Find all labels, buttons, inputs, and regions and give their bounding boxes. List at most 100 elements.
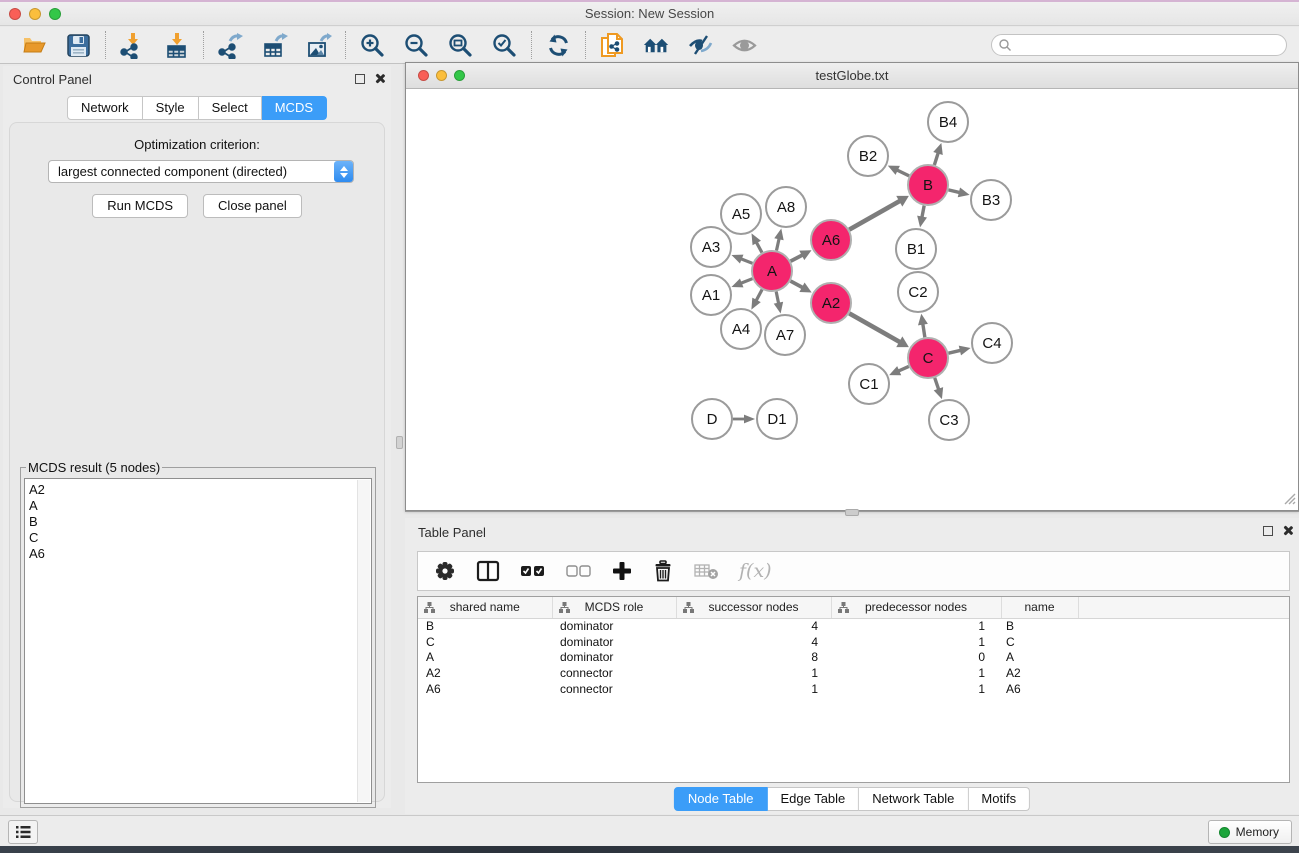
- table-cell[interactable]: dominator: [552, 649, 676, 665]
- close-table-panel-icon[interactable]: [1282, 525, 1293, 536]
- select-all-checkboxes-icon[interactable]: [520, 564, 546, 578]
- edge-B-B4[interactable]: [934, 152, 938, 165]
- edge-A6-B[interactable]: [849, 200, 901, 229]
- optimization-criterion-select[interactable]: largest connected component (directed): [48, 160, 354, 183]
- split-columns-icon[interactable]: [476, 560, 500, 582]
- tab-edge-table[interactable]: Edge Table: [767, 787, 859, 811]
- table-cell[interactable]: A2: [418, 665, 552, 681]
- splitter-handle[interactable]: [845, 509, 859, 516]
- import-network-icon[interactable]: [119, 32, 146, 59]
- search-field[interactable]: [991, 34, 1287, 56]
- clone-network-icon[interactable]: [599, 32, 626, 59]
- delete-table-icon[interactable]: [694, 562, 719, 580]
- zoom-out-icon[interactable]: [403, 32, 430, 59]
- table-cell[interactable]: B: [418, 618, 552, 634]
- mcds-result-list[interactable]: A2ABCA6: [24, 478, 372, 804]
- table-cell[interactable]: 8: [676, 649, 831, 665]
- gear-icon[interactable]: [434, 560, 456, 582]
- mcds-result-item[interactable]: A2: [29, 482, 371, 498]
- memory-button[interactable]: Memory: [1208, 820, 1292, 844]
- edge-C-C4[interactable]: [948, 350, 961, 353]
- table-row[interactable]: Bdominator41B: [418, 618, 1289, 634]
- close-panel-button[interactable]: Close panel: [203, 194, 302, 218]
- table-cell[interactable]: 0: [831, 649, 1001, 665]
- resize-grip-icon[interactable]: [1281, 490, 1296, 508]
- table-cell[interactable]: A: [1001, 649, 1078, 665]
- table-row[interactable]: A2connector11A2: [418, 665, 1289, 681]
- float-table-panel-icon[interactable]: [1263, 526, 1273, 536]
- table-cell[interactable]: 1: [831, 681, 1001, 697]
- table-row[interactable]: Cdominator41C: [418, 634, 1289, 650]
- clear-checkboxes-icon[interactable]: [566, 564, 592, 578]
- table-cell[interactable]: 1: [831, 618, 1001, 634]
- scrollbar-track[interactable]: [357, 480, 370, 802]
- table-cell[interactable]: A6: [1001, 681, 1078, 697]
- tab-network[interactable]: Network: [67, 96, 143, 120]
- edge-A-A8[interactable]: [776, 237, 779, 250]
- mcds-result-item[interactable]: A6: [29, 546, 371, 562]
- tab-node-table[interactable]: Node Table: [674, 787, 768, 811]
- mcds-result-item[interactable]: B: [29, 514, 371, 530]
- table-cell[interactable]: connector: [552, 681, 676, 697]
- tab-select[interactable]: Select: [199, 96, 262, 120]
- column-header-shared-name[interactable]: shared name: [418, 597, 552, 618]
- table-cell[interactable]: 4: [676, 634, 831, 650]
- import-table-icon[interactable]: [163, 32, 190, 59]
- edge-B-B2[interactable]: [896, 169, 909, 175]
- column-header-successor-nodes[interactable]: successor nodes: [676, 597, 831, 618]
- run-mcds-button[interactable]: Run MCDS: [92, 194, 188, 218]
- save-session-icon[interactable]: [65, 32, 92, 59]
- edge-A-A4[interactable]: [756, 290, 762, 302]
- edge-A-A2[interactable]: [790, 281, 803, 288]
- table-cell[interactable]: C: [1001, 634, 1078, 650]
- tab-style[interactable]: Style: [143, 96, 199, 120]
- open-session-icon[interactable]: [21, 32, 48, 59]
- export-network-icon[interactable]: [217, 32, 244, 59]
- function-builder-icon[interactable]: f(x): [739, 560, 772, 582]
- refresh-icon[interactable]: [545, 32, 572, 59]
- table-cell[interactable]: A2: [1001, 665, 1078, 681]
- network-canvas[interactable]: B4B2BB3A5A8A6B1A3AC2A1A2A4A7C4CC1C3DD1: [406, 90, 1298, 510]
- add-column-icon[interactable]: [612, 561, 632, 581]
- mcds-result-item[interactable]: A: [29, 498, 371, 514]
- hide-graphics-icon[interactable]: [687, 32, 714, 59]
- edge-C-C3[interactable]: [935, 378, 939, 391]
- edge-A2-C[interactable]: [849, 313, 901, 342]
- home-icon[interactable]: [643, 32, 670, 59]
- edge-A-A1[interactable]: [740, 279, 753, 284]
- table-cell[interactable]: connector: [552, 665, 676, 681]
- table-cell[interactable]: B: [1001, 618, 1078, 634]
- table-cell[interactable]: 1: [676, 681, 831, 697]
- horizontal-splitter[interactable]: [405, 511, 1299, 518]
- table-cell[interactable]: 1: [831, 665, 1001, 681]
- table-row[interactable]: Adominator80A: [418, 649, 1289, 665]
- export-image-icon[interactable]: [305, 32, 332, 59]
- table-cell[interactable]: 1: [676, 665, 831, 681]
- table-cell[interactable]: 4: [676, 618, 831, 634]
- edge-A-A3[interactable]: [740, 258, 753, 263]
- float-panel-icon[interactable]: [355, 74, 365, 84]
- search-input[interactable]: [1012, 36, 1286, 54]
- tab-network-table[interactable]: Network Table: [859, 787, 968, 811]
- table-cell[interactable]: C: [418, 634, 552, 650]
- zoom-selected-icon[interactable]: [491, 32, 518, 59]
- zoom-fit-icon[interactable]: [447, 32, 474, 59]
- column-header-name[interactable]: name: [1001, 597, 1078, 618]
- table-row[interactable]: A6connector11A6: [418, 681, 1289, 697]
- tab-mcds[interactable]: MCDS: [262, 96, 327, 120]
- table-cell[interactable]: A: [418, 649, 552, 665]
- show-graphics-icon[interactable]: [731, 32, 758, 59]
- column-header-predecessor-nodes[interactable]: predecessor nodes: [831, 597, 1001, 618]
- network-window-titlebar[interactable]: testGlobe.txt: [406, 63, 1298, 89]
- network-graph[interactable]: B4B2BB3A5A8A6B1A3AC2A1A2A4A7C4CC1C3DD1: [406, 90, 1298, 510]
- close-panel-icon[interactable]: [374, 73, 385, 84]
- delete-column-icon[interactable]: [652, 560, 674, 582]
- table-cell[interactable]: A6: [418, 681, 552, 697]
- table-cell[interactable]: dominator: [552, 618, 676, 634]
- vertical-splitter-handle[interactable]: [396, 436, 403, 449]
- tab-motifs[interactable]: Motifs: [968, 787, 1030, 811]
- table-cell[interactable]: dominator: [552, 634, 676, 650]
- mcds-result-item[interactable]: C: [29, 530, 371, 546]
- edge-A-A6[interactable]: [791, 254, 804, 261]
- zoom-in-icon[interactable]: [359, 32, 386, 59]
